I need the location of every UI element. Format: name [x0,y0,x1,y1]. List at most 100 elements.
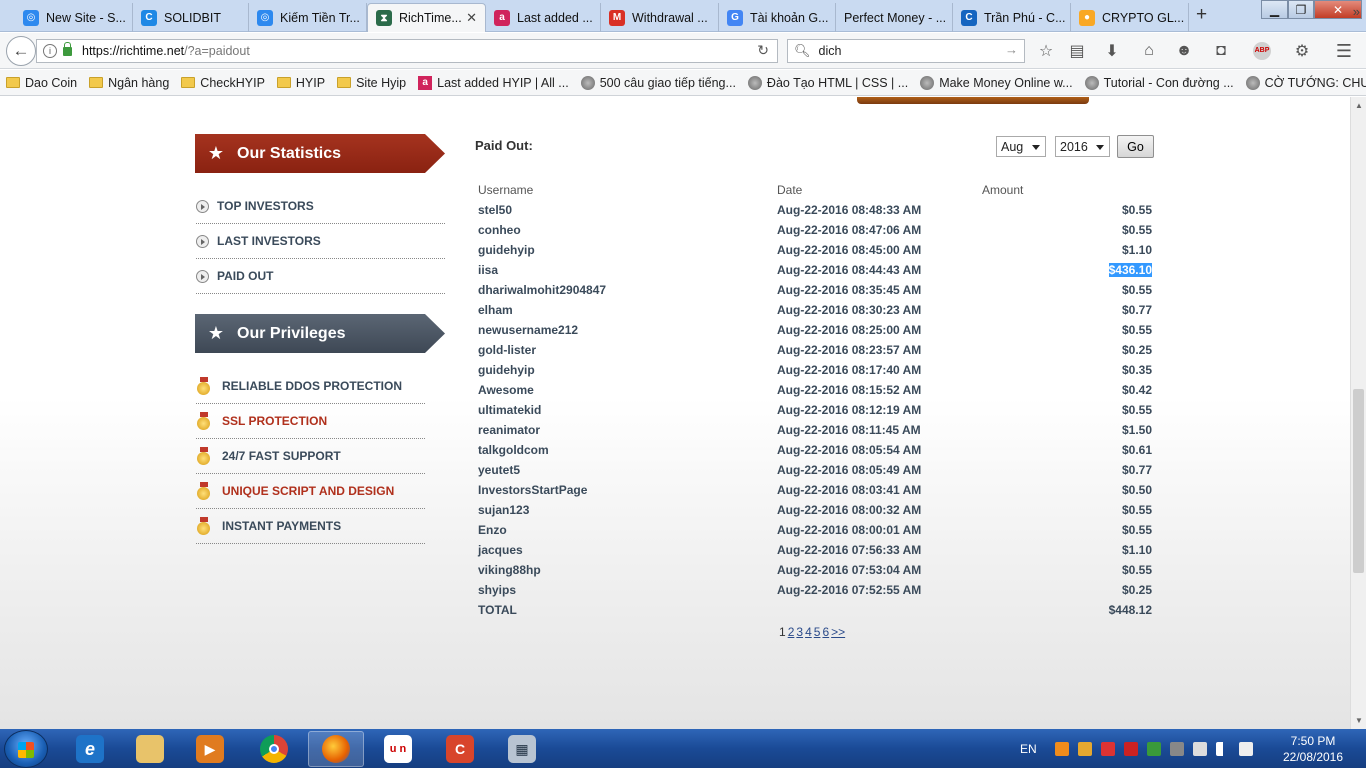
cell-username: reanimator [478,423,541,437]
taskbar-clock[interactable]: 7:50 PM 22/08/2016 [1278,733,1348,765]
taskbar-calculator[interactable]: ▦ [494,731,550,767]
maximize-button[interactable]: ❐ [1288,0,1314,19]
taskbar-chrome[interactable] [246,731,302,767]
month-select[interactable]: Aug [996,136,1046,157]
page-scrollbar[interactable]: ▲ ▼ [1350,97,1366,729]
signal-icon[interactable] [1215,741,1230,756]
address-bar[interactable]: i https://richtime.net/?a=paidout ↻ [36,39,778,63]
pager-next-link[interactable]: >> [831,625,845,639]
bookmark-item[interactable]: Tutorial - Con đường ... [1084,75,1234,90]
adblock-icon[interactable]: ABP [1247,41,1277,61]
pager-link-page[interactable]: 6 [822,625,829,639]
folder-icon [337,77,352,88]
tray-flag-icon[interactable] [1192,741,1207,756]
close-tab-icon[interactable]: ✕ [466,10,477,26]
tray-network-app-icon[interactable] [1146,741,1161,756]
reload-icon[interactable]: ↻ [757,42,769,59]
taskbar-media-player[interactable]: ▶ [182,731,238,767]
tab-7[interactable]: Perfect Money - ... [836,3,953,32]
tab-0[interactable]: ◎ New Site - S... [15,3,133,32]
menu-icon[interactable]: ☰ [1334,41,1354,61]
sidebar-item-paid-out[interactable]: PAID OUT [196,259,445,294]
sidebar-item-top-investors[interactable]: TOP INVESTORS [196,189,445,224]
tab-2[interactable]: ◎ Kiếm Tiền Tr... [249,3,367,32]
tab-5[interactable]: M Withdrawal ... [601,3,719,32]
cell-username: jacques [478,543,523,557]
taskbar-ccleaner[interactable]: C [432,731,488,767]
bookmark-item[interactable]: Make Money Online w... [920,75,1073,90]
search-box[interactable]: 🔍︎ dich → [787,39,1025,63]
taskbar-internet-explorer[interactable]: e [62,731,118,767]
tab-label: Last added ... [517,10,593,25]
site-icon: ◎ [257,9,273,26]
tab-label: SOLIDBIT [164,10,221,25]
bookmark-item[interactable]: CheckHYIP [181,76,265,90]
url-text: https://richtime.net/?a=paidout [82,44,250,58]
cell-amount: $0.55 [1121,223,1152,237]
back-button[interactable]: ← [6,36,36,66]
bookmark-item[interactable]: CỜ TƯỚNG: CHUYÊN ... [1245,75,1366,90]
tray-v-icon[interactable] [1100,741,1115,756]
chat-icon[interactable]: ☻ [1174,41,1194,61]
bookmark-label: Tutorial - Con đường ... [1103,75,1234,90]
reading-list-icon[interactable]: ▤ [1067,41,1087,61]
pager-link-page[interactable]: 4 [805,625,812,639]
tab-1[interactable]: C SOLIDBIT [133,3,249,32]
sidebar-item-label: TOP INVESTORS [217,199,314,213]
folder-icon [136,735,164,763]
tab-6[interactable]: G Tài khoản G... [719,3,836,32]
pager-link-page[interactable]: 5 [814,625,821,639]
ccleaner-icon: C [446,735,474,763]
cell-amount: $0.55 [1121,523,1152,537]
taskbar-unikey[interactable]: u n [370,731,426,767]
bookmark-star-icon[interactable]: ☆ [1036,41,1056,61]
volume-icon[interactable] [1238,741,1253,756]
cell-date: Aug-22-2016 08:12:19 AM [777,403,922,417]
cell-username: InvestorsStartPage [478,483,588,497]
cell-username: ultimatekid [478,403,542,417]
pager-link-page[interactable]: 2 [788,625,795,639]
minimize-button[interactable]: ▁ [1261,0,1288,19]
start-button[interactable] [4,730,48,768]
go-button[interactable]: Go [1117,135,1154,158]
bookmark-item[interactable]: a Last added HYIP | All ... [418,75,569,90]
bookmark-item[interactable]: Site Hyip [337,76,406,90]
bookmark-item[interactable]: Dao Coin [6,76,77,90]
cell-amount: $0.55 [1121,503,1152,517]
tray-monitor-icon[interactable] [1169,741,1184,756]
scroll-down-arrow-icon[interactable]: ▼ [1355,716,1363,725]
language-indicator[interactable]: EN [1020,742,1037,756]
search-input[interactable]: dich [819,44,842,58]
bookmark-item[interactable]: Ngân hàng [89,76,169,90]
tab-8[interactable]: C Trần Phú - C... [953,3,1071,32]
media-player-icon: ▶ [196,735,224,763]
bookmarks-overflow-icon[interactable]: » [1353,4,1360,19]
new-tab-button[interactable]: + [1196,4,1207,26]
scrollbar-thumb[interactable] [1353,389,1364,573]
tab-4[interactable]: a Last added ... [486,3,601,32]
year-select[interactable]: 2016 [1055,136,1110,157]
dropdown-arrow-icon [1032,145,1040,150]
download-icon[interactable]: ⬇ [1102,41,1122,61]
taskbar-firefox[interactable] [308,731,364,767]
scroll-up-arrow-icon[interactable]: ▲ [1355,101,1363,110]
search-go-icon[interactable]: → [1005,42,1018,57]
bookmark-item[interactable]: 500 câu giao tiếp tiếng... [580,75,736,90]
bookmark-item[interactable]: HYIP [276,76,325,90]
cell-amount: $0.55 [1121,563,1152,577]
play-circle-icon [196,234,209,248]
pager-link-page[interactable]: 3 [796,625,803,639]
home-icon[interactable]: ⌂ [1139,41,1159,61]
tab-9[interactable]: ● CRYPTO GL... [1071,3,1189,32]
bookmark-item[interactable]: Đào Tạo HTML | CSS | ... [747,75,908,90]
taskbar-file-explorer[interactable] [122,731,178,767]
tab-3[interactable]: ⧗ RichTime... ✕ [367,3,486,32]
sidebar-item-last-investors[interactable]: LAST INVESTORS [196,224,445,259]
info-icon[interactable]: i [43,44,57,58]
pocket-icon[interactable]: ◘ [1211,41,1231,61]
cell-amount: $0.77 [1121,303,1152,317]
tray-media-icon[interactable] [1077,741,1092,756]
tray-shield-icon[interactable] [1123,741,1138,756]
tray-app-icon[interactable] [1054,741,1069,756]
extension-icon[interactable]: ⚙ [1292,41,1312,61]
